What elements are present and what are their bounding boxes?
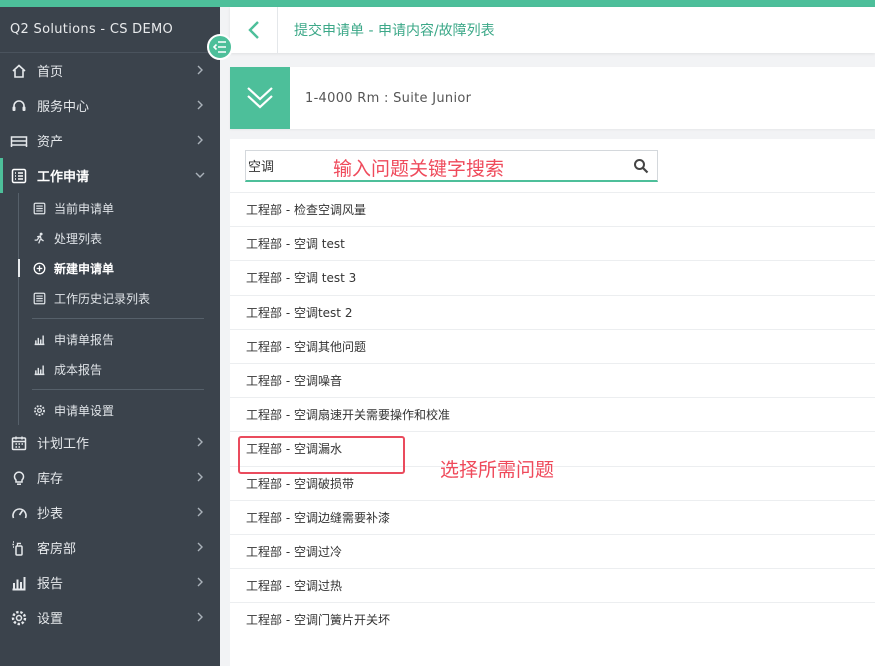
chevron-right-icon (197, 577, 203, 587)
sidebar-item-current-requests[interactable]: 当前申请单 (18, 193, 220, 223)
list-item[interactable]: 工程部 - 检查空调风量 (230, 192, 875, 226)
chevron-right-icon (197, 65, 203, 75)
select-hint-annotation: 选择所需问题 (440, 459, 555, 481)
chevron-right-icon (197, 612, 203, 622)
sidebar-item-service-center[interactable]: 服务中心 (0, 88, 220, 123)
gauge-icon (10, 504, 28, 522)
sidebar-item-request-settings[interactable]: 申请单设置 (18, 395, 220, 425)
chevron-right-icon (197, 472, 203, 482)
gear-icon (32, 403, 46, 417)
sidebar-item-label: 首页 (37, 65, 64, 80)
list-item[interactable]: 工程部 - 空调其他问题 (230, 328, 875, 363)
top-accent-bar (0, 0, 875, 7)
sidebar-item-label: 服务中心 (37, 100, 90, 115)
bar-chart-icon (32, 332, 46, 346)
sidebar-item-label: 库存 (37, 472, 64, 487)
list-item[interactable]: 工程部 - 空调过冷 (230, 533, 875, 568)
list-item[interactable]: 工程部 - 空调test 2 (230, 294, 875, 329)
sidebar-item-assets[interactable]: 资产 (0, 123, 220, 158)
breadcrumb: 提交申请单 - 申请内容/故障列表 (294, 23, 495, 39)
sidebar-item-request-report[interactable]: 申请单报告 (18, 324, 220, 354)
chevron-right-icon (197, 507, 203, 517)
list-item[interactable]: 工程部 - 空调噪音 (230, 362, 875, 397)
sidebar-item-label: 报告 (37, 577, 64, 592)
calendar-icon (10, 434, 28, 452)
search-icon[interactable] (633, 158, 649, 174)
bar-chart-icon (32, 362, 46, 376)
back-button[interactable] (230, 7, 278, 53)
headset-icon (10, 97, 28, 115)
chevron-right-icon (197, 542, 203, 552)
plus-circle-icon (32, 261, 46, 275)
sidebar-item-meter-reading[interactable]: 抄表 (0, 495, 220, 530)
sidebar-item-label: 资产 (37, 135, 64, 150)
sidebar-item-label: 申请单设置 (54, 403, 115, 418)
sidebar-item-work-history[interactable]: 工作历史记录列表 (18, 283, 220, 313)
list-item[interactable]: 工程部 - 空调门簧片开关坏 (230, 602, 875, 636)
chevron-left-icon (247, 21, 259, 39)
selected-item-highlight (238, 436, 405, 474)
bulb-icon (10, 469, 28, 487)
sidebar-item-label: 设置 (37, 612, 64, 627)
bed-icon (10, 132, 28, 150)
sidebar-item-housekeeping[interactable]: 客房部 (0, 530, 220, 565)
list-item[interactable]: 工程部 - 空调 test 3 (230, 260, 875, 294)
sidebar-item-home[interactable]: 首页 (0, 53, 220, 88)
spray-icon (10, 539, 28, 557)
sidebar-item-label: 处理列表 (54, 231, 103, 246)
sidebar-collapse-button[interactable] (207, 34, 233, 60)
sidebar-item-label: 新建申请单 (54, 261, 115, 276)
chevron-right-icon (197, 100, 203, 110)
sidebar-item-process-list[interactable]: 处理列表 (18, 223, 220, 253)
issue-list: 工程部 - 检查空调风量 工程部 - 空调 test 工程部 - 空调 test… (230, 192, 875, 636)
page-header: 提交申请单 - 申请内容/故障列表 (230, 7, 875, 53)
list-item[interactable]: 工程部 - 空调边缝需要补漆 (230, 499, 875, 534)
sidebar-item-label: 工作历史记录列表 (54, 291, 151, 306)
sidebar-item-work-request[interactable]: 工作申请 (0, 158, 220, 193)
sidebar-item-new-request[interactable]: 新建申请单 (18, 253, 220, 283)
collapse-menu-icon (213, 41, 226, 53)
main-content: 提交申请单 - 申请内容/故障列表 1-4000 Rm : Suite Juni… (220, 7, 875, 666)
home-icon (10, 62, 28, 80)
sidebar-item-label: 抄表 (37, 507, 64, 522)
sidebar-item-label: 工作申请 (37, 170, 90, 185)
sidebar-item-label: 客房部 (37, 542, 77, 557)
list-item[interactable]: 工程部 - 空调 test (230, 226, 875, 260)
work-request-submenu: 当前申请单 处理列表 新建申请单 工作历史记录列表 申请单报告 成本报告 申请单… (0, 193, 220, 425)
sidebar-item-reports[interactable]: 报告 (0, 565, 220, 600)
chevron-down-icon (195, 172, 205, 178)
app-title: Q2 Solutions - CS DEMO (0, 7, 220, 53)
issue-panel: 输入问题关键字搜索 工程部 - 检查空调风量 工程部 - 空调 test 工程部… (230, 139, 875, 666)
sidebar-item-planned-work[interactable]: 计划工作 (0, 425, 220, 460)
double-chevron-down-icon (230, 67, 290, 129)
sidebar: Q2 Solutions - CS DEMO 首页 服务中心 资产 工作申请 当… (0, 7, 220, 666)
chevron-right-icon (197, 437, 203, 447)
sidebar-item-label: 申请单报告 (54, 332, 115, 347)
sidebar-item-settings[interactable]: 设置 (0, 600, 220, 635)
search-hint-annotation: 输入问题关键字搜索 (333, 158, 505, 180)
chevron-right-icon (197, 135, 203, 145)
list-icon (32, 291, 46, 305)
sidebar-item-label: 当前申请单 (54, 201, 115, 216)
bar-chart-icon (10, 574, 28, 592)
gear-icon (10, 609, 28, 627)
room-selector[interactable]: 1-4000 Rm : Suite Junior (230, 67, 875, 129)
list-icon (10, 167, 28, 185)
list-item[interactable]: 工程部 - 空调过热 (230, 568, 875, 602)
sidebar-item-cost-report[interactable]: 成本报告 (18, 354, 220, 384)
sidebar-item-label: 计划工作 (37, 437, 90, 452)
list-item[interactable]: 工程部 - 空调扇速开关需要操作和校准 (230, 397, 875, 431)
sidebar-item-label: 成本报告 (54, 362, 103, 377)
list-icon (32, 201, 46, 215)
sidebar-item-inventory[interactable]: 库存 (0, 460, 220, 495)
room-label: 1-4000 Rm : Suite Junior (305, 90, 472, 106)
running-icon (32, 231, 46, 245)
